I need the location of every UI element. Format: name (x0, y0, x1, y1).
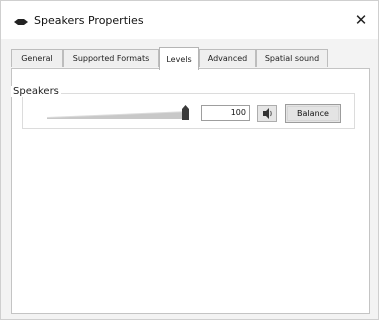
speaker-mute-icon (263, 108, 272, 119)
tab-advanced[interactable]: Advanced (199, 49, 256, 67)
volume-slider-thumb[interactable] (181, 105, 190, 120)
close-button[interactable]: ✕ (344, 5, 378, 35)
tab-general[interactable]: General (11, 49, 63, 67)
tab-supported-formats[interactable]: Supported Formats (63, 49, 159, 67)
window-title: Speakers Properties (34, 14, 144, 27)
close-icon: ✕ (354, 11, 368, 29)
balance-button[interactable]: Balance (285, 104, 341, 123)
tab-levels[interactable]: Levels (159, 47, 199, 70)
title-bar[interactable]: Speakers Properties ✕ (1, 1, 378, 39)
properties-window: Speakers Properties ✕ General Supported … (0, 0, 379, 320)
speaker-icon (14, 19, 28, 25)
speakers-group-label: Speakers (11, 86, 61, 97)
volume-value-input[interactable]: 100 (201, 105, 250, 121)
tab-strip: General Supported Formats Levels Advance… (11, 47, 369, 70)
mute-button[interactable] (257, 105, 277, 122)
tab-spatial-sound[interactable]: Spatial sound (256, 49, 328, 67)
volume-slider-track[interactable] (47, 111, 189, 119)
